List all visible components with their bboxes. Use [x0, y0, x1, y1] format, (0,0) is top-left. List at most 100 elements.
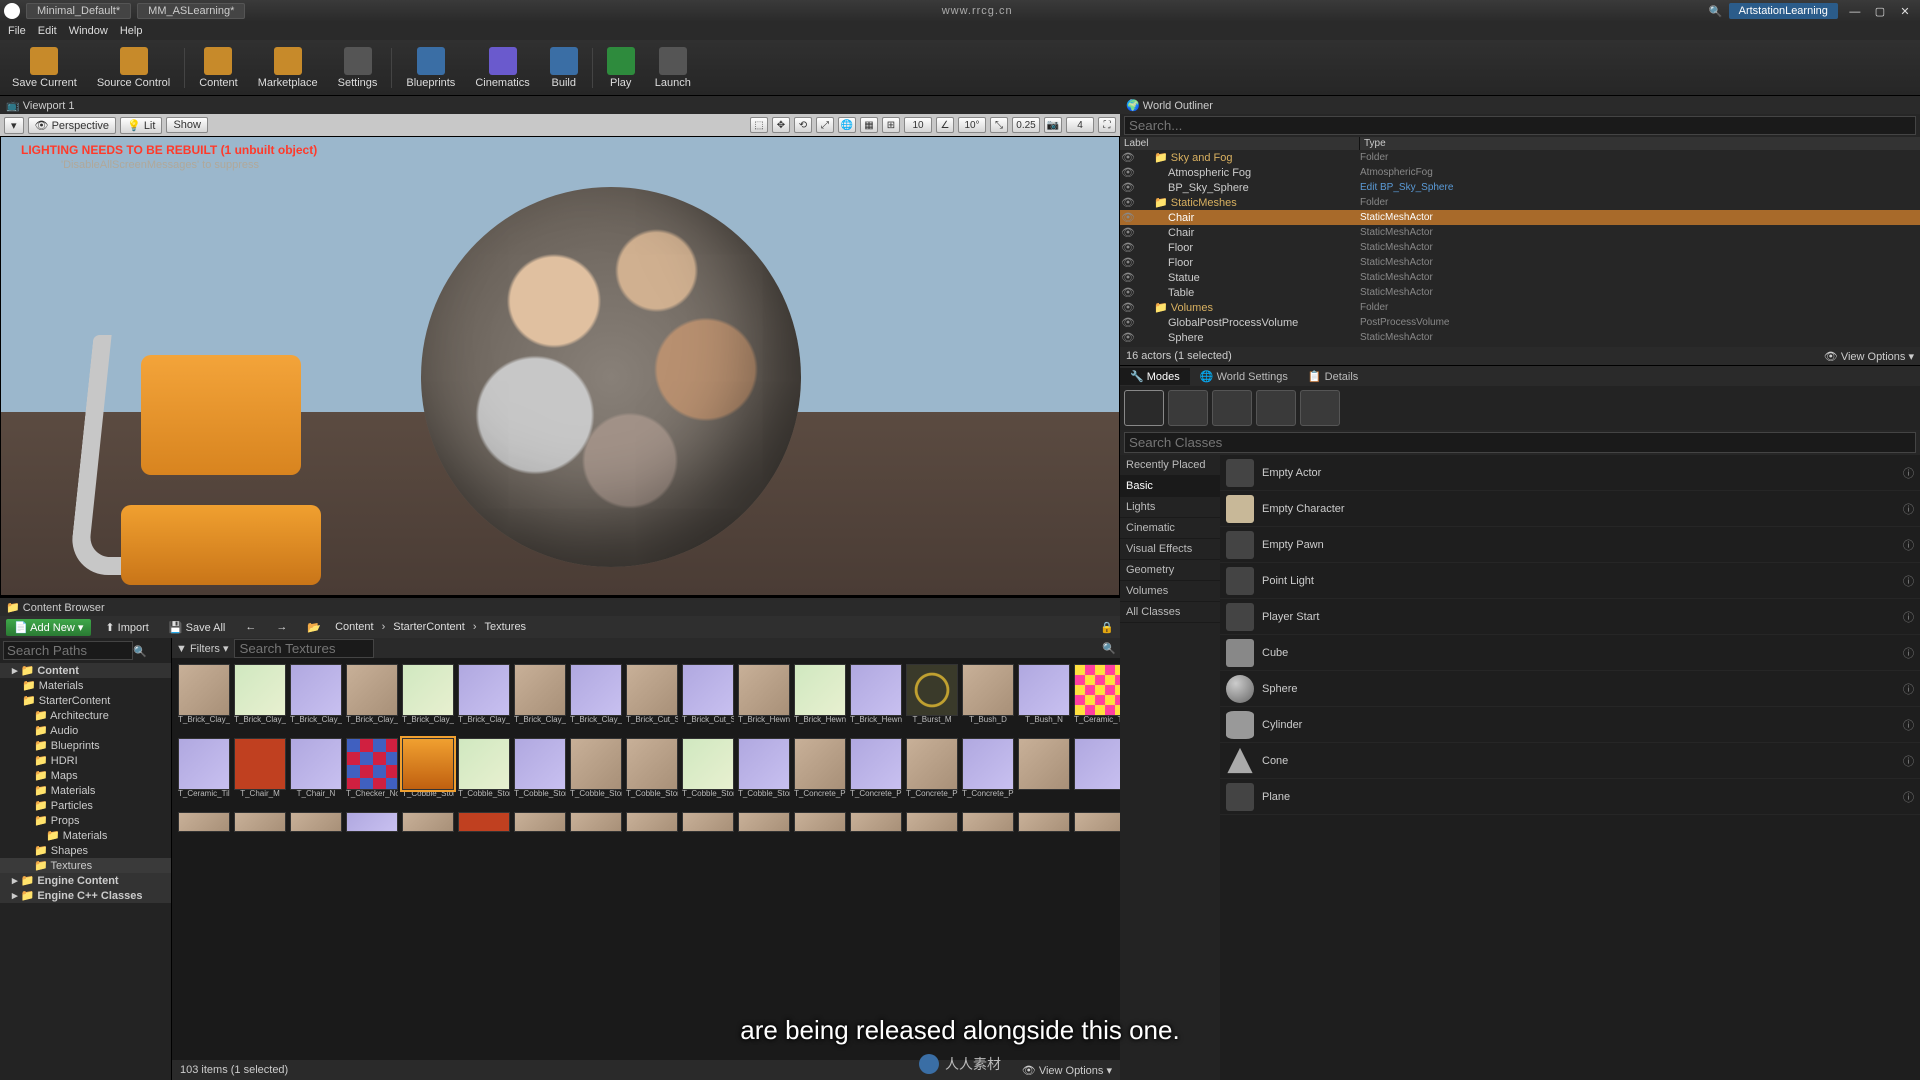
- asset-item[interactable]: [178, 812, 230, 832]
- lit-button[interactable]: 💡 Lit: [120, 117, 162, 134]
- asset-item[interactable]: [402, 812, 454, 832]
- outliner-row[interactable]: 👁 Floor StaticMeshActor: [1120, 240, 1920, 255]
- outliner-view-options[interactable]: 👁 View Options ▾: [1824, 350, 1914, 363]
- visibility-icon[interactable]: 👁: [1120, 241, 1136, 254]
- outliner-row[interactable]: 👁 Chair StaticMeshActor: [1120, 210, 1920, 225]
- asset-item[interactable]: T_Checker_Noise_M: [346, 738, 398, 808]
- visibility-icon[interactable]: 👁: [1120, 151, 1136, 164]
- outliner-row[interactable]: 👁 Table StaticMeshActor: [1120, 285, 1920, 300]
- cat-recently-placed[interactable]: Recently Placed: [1120, 455, 1220, 476]
- outliner-row[interactable]: 👁 📁 Volumes Folder: [1120, 300, 1920, 315]
- tree-node[interactable]: 📁 Materials: [0, 678, 171, 693]
- tree-node[interactable]: 📁 Audio: [0, 723, 171, 738]
- scale-snap-icon[interactable]: ⤡: [990, 117, 1008, 133]
- content-browser-tab[interactable]: 📁 Content Browser: [6, 601, 105, 614]
- info-icon[interactable]: ⓘ: [1903, 753, 1914, 769]
- place-actor-item[interactable]: Cylinder ⓘ: [1220, 707, 1920, 743]
- asset-item[interactable]: T_Brick_Hewn_Stone_M: [794, 664, 846, 734]
- view-options-button[interactable]: 👁 View Options ▾: [1022, 1064, 1112, 1077]
- transform-scale-icon[interactable]: ⤢: [816, 117, 834, 133]
- world-outliner-tab[interactable]: 🌍 World Outliner: [1126, 99, 1213, 112]
- visibility-icon[interactable]: 👁: [1120, 196, 1136, 209]
- asset-item[interactable]: [850, 812, 902, 832]
- tree-node[interactable]: 📁 Maps: [0, 768, 171, 783]
- level-tab-2[interactable]: MM_ASLearning*: [137, 3, 245, 19]
- asset-item[interactable]: T_Cobble_Stone_Smooth_N: [738, 738, 790, 808]
- perspective-button[interactable]: 👁 Perspective: [28, 117, 117, 134]
- asset-item[interactable]: [346, 812, 398, 832]
- marketplace-button[interactable]: Marketplace: [252, 45, 324, 91]
- tree-node[interactable]: 📁 Textures: [0, 858, 171, 873]
- tree-node[interactable]: ▸ 📁 Content: [0, 663, 171, 678]
- filters-button[interactable]: ▼ Filters ▾: [176, 642, 228, 655]
- visibility-icon[interactable]: 👁: [1120, 166, 1136, 179]
- asset-item[interactable]: T_Cobble_Stone_Pebble_M: [458, 738, 510, 808]
- tab-details[interactable]: 📋 Details: [1298, 368, 1368, 385]
- outliner-row[interactable]: 👁 Atmospheric Fog AtmosphericFog: [1120, 165, 1920, 180]
- visibility-icon[interactable]: 👁: [1120, 331, 1136, 344]
- asset-item[interactable]: T_Brick_Clay_New_N: [458, 664, 510, 734]
- content-button[interactable]: Content: [193, 45, 244, 91]
- tree-node[interactable]: 📁 Architecture: [0, 708, 171, 723]
- info-icon[interactable]: ⓘ: [1903, 573, 1914, 589]
- asset-item[interactable]: T_Bush_N: [1018, 664, 1070, 734]
- asset-item[interactable]: T_Brick_Clay_Old_N: [570, 664, 622, 734]
- tree-node[interactable]: 📁 Blueprints: [0, 738, 171, 753]
- visibility-icon[interactable]: 👁: [1120, 301, 1136, 314]
- outliner-row[interactable]: 👁 📁 Sky and Fog Folder: [1120, 150, 1920, 165]
- build-button[interactable]: Build: [544, 45, 584, 91]
- asset-item[interactable]: [570, 812, 622, 832]
- asset-item[interactable]: T_Brick_Cut_Stone_D: [626, 664, 678, 734]
- asset-item[interactable]: T_Ceramic_Tile_N: [178, 738, 230, 808]
- asset-item[interactable]: T_Cobble_Stone_Rough_D: [570, 738, 622, 808]
- menu-file[interactable]: File: [8, 25, 26, 37]
- visibility-icon[interactable]: 👁: [1120, 211, 1136, 224]
- asset-item[interactable]: T_Concrete_Poured_N: [962, 738, 1014, 808]
- show-button[interactable]: Show: [166, 117, 208, 133]
- outliner-row[interactable]: 👁 Chair StaticMeshActor: [1120, 225, 1920, 240]
- asset-search-input[interactable]: [234, 639, 374, 658]
- cat-basic[interactable]: Basic: [1120, 476, 1220, 497]
- asset-item[interactable]: [290, 812, 342, 832]
- tree-node[interactable]: ▸ 📁 Engine Content: [0, 873, 171, 888]
- asset-item[interactable]: T_Bush_D: [962, 664, 1014, 734]
- info-icon[interactable]: ⓘ: [1903, 717, 1914, 733]
- asset-item[interactable]: [458, 812, 510, 832]
- paint-mode-icon[interactable]: [1168, 390, 1208, 426]
- landscape-mode-icon[interactable]: [1212, 390, 1252, 426]
- tree-node[interactable]: 📁 Materials: [0, 828, 171, 843]
- visibility-icon[interactable]: 👁: [1120, 286, 1136, 299]
- maximize-button[interactable]: ▢: [1869, 5, 1891, 18]
- place-actor-item[interactable]: Empty Character ⓘ: [1220, 491, 1920, 527]
- info-icon[interactable]: ⓘ: [1903, 537, 1914, 553]
- asset-item[interactable]: [626, 812, 678, 832]
- save-all-button[interactable]: 💾 Save All: [163, 619, 232, 636]
- geometry-mode-icon[interactable]: [1300, 390, 1340, 426]
- place-actor-item[interactable]: Cube ⓘ: [1220, 635, 1920, 671]
- transform-select-icon[interactable]: ⬚: [750, 117, 768, 133]
- visibility-icon[interactable]: 👁: [1120, 226, 1136, 239]
- asset-item[interactable]: T_Brick_Clay_Beveled_M: [234, 664, 286, 734]
- play-button[interactable]: Play: [601, 45, 641, 91]
- asset-item[interactable]: T_Brick_Clay_Beveled_N: [290, 664, 342, 734]
- nav-back-icon[interactable]: ←: [239, 619, 262, 635]
- asset-item[interactable]: T_Cobble_Stone_Smooth_D: [626, 738, 678, 808]
- foliage-mode-icon[interactable]: [1256, 390, 1296, 426]
- search-icon[interactable]: 🔍: [1102, 642, 1116, 655]
- outliner-row[interactable]: 👁 Sphere StaticMeshActor: [1120, 330, 1920, 345]
- asset-item[interactable]: T_Brick_Clay_Old_D: [514, 664, 566, 734]
- asset-item[interactable]: T_Concrete_Poured_D: [906, 738, 958, 808]
- asset-item[interactable]: T_Chair_M: [234, 738, 286, 808]
- settings-button[interactable]: Settings: [332, 45, 384, 91]
- viewport-3d[interactable]: LIGHTING NEEDS TO BE REBUILT (1 unbuilt …: [0, 136, 1120, 596]
- coord-space-icon[interactable]: 🌐: [838, 117, 856, 133]
- asset-item[interactable]: [962, 812, 1014, 832]
- asset-item[interactable]: T_Cobble_Stone_Pebble_D: [402, 738, 454, 808]
- search-docs-icon[interactable]: 🔍: [1709, 5, 1723, 18]
- asset-item[interactable]: [1074, 738, 1120, 808]
- info-icon[interactable]: ⓘ: [1903, 681, 1914, 697]
- cat-volumes[interactable]: Volumes: [1120, 581, 1220, 602]
- dropdown-icon[interactable]: ▾: [4, 117, 24, 134]
- grid-snap-value[interactable]: 10: [904, 117, 932, 133]
- cat-all-classes[interactable]: All Classes: [1120, 602, 1220, 623]
